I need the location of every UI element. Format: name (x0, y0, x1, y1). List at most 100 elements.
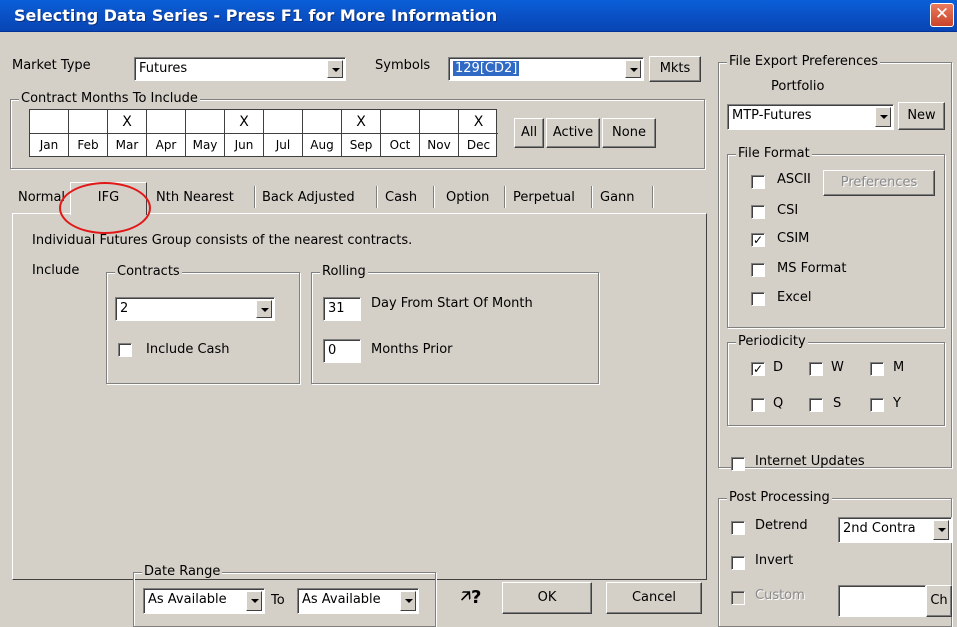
to-label: To (271, 593, 285, 608)
dialog-body: Market Type Futures Symbols 129[CD2] Mkt… (0, 32, 957, 627)
symbols-select[interactable]: 129[CD2] (448, 57, 644, 81)
month-label-sep[interactable]: Sep (342, 134, 381, 157)
month-toggle-jun[interactable]: X (225, 110, 264, 134)
file-export-title: File Export Preferences (727, 54, 881, 69)
month-toggle-mar[interactable]: X (108, 110, 147, 134)
month-label-aug[interactable]: Aug (303, 134, 342, 157)
month-toggle-feb[interactable] (69, 110, 108, 134)
periodicity-w-label: W (831, 360, 844, 375)
month-toggle-nov[interactable] (420, 110, 459, 134)
month-label-dec[interactable]: Dec (459, 134, 498, 157)
month-grid: X X X X Jan Feb Mar Apr May Jun Jul Aug … (29, 109, 498, 157)
help-pointer-icon[interactable]: 🡥? (454, 583, 488, 617)
cancel-button[interactable]: Cancel (606, 582, 702, 614)
tab-divider (433, 186, 435, 208)
month-label-jan[interactable]: Jan (30, 134, 69, 157)
chevron-down-icon[interactable] (400, 591, 416, 611)
custom-checkbox[interactable] (731, 591, 745, 605)
tab-divider (504, 186, 506, 208)
month-toggle-dec[interactable]: X (459, 110, 498, 134)
tab-perpetual[interactable]: Perpetual (509, 186, 579, 212)
detrend-value: 2nd Contra (843, 521, 916, 536)
post-processing-title: Post Processing (727, 490, 832, 505)
periodicity-w-checkbox[interactable] (809, 362, 823, 376)
ms-format-checkbox[interactable] (751, 263, 765, 277)
month-label-apr[interactable]: Apr (147, 134, 186, 157)
month-label-may[interactable]: May (186, 134, 225, 157)
all-months-button[interactable]: All (514, 118, 544, 148)
periodicity-y-checkbox[interactable] (870, 398, 884, 412)
month-label-oct[interactable]: Oct (381, 134, 420, 157)
rolling-group: Rolling (311, 264, 599, 384)
close-icon: ✕ (934, 4, 950, 24)
chevron-down-icon[interactable] (625, 60, 641, 78)
tab-option[interactable]: Option (442, 186, 493, 212)
tab-back-adjusted[interactable]: Back Adjusted (258, 186, 359, 212)
chevron-down-icon[interactable] (933, 520, 949, 540)
chevron-down-icon[interactable] (875, 107, 891, 127)
periodicity-q-checkbox[interactable] (751, 398, 765, 412)
date-from-value: As Available (148, 592, 227, 607)
month-label-mar[interactable]: Mar (108, 134, 147, 157)
month-label-jun[interactable]: Jun (225, 134, 264, 157)
month-label-nov[interactable]: Nov (420, 134, 459, 157)
date-from-select[interactable]: As Available (143, 588, 265, 614)
day-from-start-input[interactable]: 31 (323, 297, 361, 321)
csi-label: CSI (777, 203, 799, 218)
periodicity-s-checkbox[interactable] (809, 398, 823, 412)
tab-gann[interactable]: Gann (596, 186, 639, 212)
month-toggle-jan[interactable] (30, 110, 69, 134)
date-to-select[interactable]: As Available (297, 588, 419, 614)
contracts-select[interactable]: 2 (115, 297, 275, 321)
tab-cash[interactable]: Cash (381, 186, 421, 212)
market-type-select[interactable]: Futures (134, 57, 346, 81)
contracts-value: 2 (120, 301, 129, 316)
tab-divider (254, 186, 256, 208)
tab-divider (652, 186, 654, 208)
csim-checkbox[interactable]: ✓ (751, 233, 765, 247)
contract-months-title: Contract Months To Include (19, 91, 200, 106)
periodicity-d-checkbox[interactable]: ✓ (751, 362, 765, 376)
new-portfolio-button[interactable]: New (898, 102, 945, 130)
month-toggle-may[interactable] (186, 110, 225, 134)
periodicity-d-label: D (773, 360, 784, 375)
market-type-label: Market Type (12, 58, 91, 73)
month-toggle-apr[interactable] (147, 110, 186, 134)
month-toggle-oct[interactable] (381, 110, 420, 134)
csi-checkbox[interactable] (751, 205, 765, 219)
tab-nth-nearest[interactable]: Nth Nearest (152, 186, 238, 212)
month-label-jul[interactable]: Jul (264, 134, 303, 157)
month-toggle-sep[interactable]: X (342, 110, 381, 134)
preferences-button[interactable]: Preferences (823, 170, 935, 196)
month-toggle-jul[interactable] (264, 110, 303, 134)
internet-updates-checkbox[interactable] (731, 457, 745, 471)
none-months-button[interactable]: None (602, 118, 656, 148)
chevron-down-icon[interactable] (246, 591, 262, 611)
periodicity-m-checkbox[interactable] (870, 362, 884, 376)
close-button[interactable]: ✕ (930, 3, 954, 27)
chevron-down-icon[interactable] (256, 300, 272, 318)
month-label-feb[interactable]: Feb (69, 134, 108, 157)
custom-input[interactable] (838, 585, 926, 617)
months-prior-input[interactable]: 0 (323, 339, 361, 363)
active-months-button[interactable]: Active (546, 118, 600, 148)
portfolio-select[interactable]: MTP-Futures (727, 104, 894, 130)
invert-checkbox[interactable] (731, 556, 745, 570)
date-to-value: As Available (302, 592, 381, 607)
detrend-label: Detrend (755, 518, 808, 533)
date-range-title: Date Range (142, 564, 223, 579)
portfolio-label: Portfolio (771, 79, 825, 94)
ms-format-label: MS Format (777, 261, 847, 276)
include-cash-checkbox[interactable] (118, 343, 132, 357)
ascii-checkbox[interactable] (751, 175, 765, 189)
title-bar[interactable]: Selecting Data Series - Press F1 for Mor… (0, 0, 957, 32)
excel-checkbox[interactable] (751, 292, 765, 306)
detrend-select[interactable]: 2nd Contra (838, 517, 952, 543)
month-toggle-aug[interactable] (303, 110, 342, 134)
symbols-value: 129[CD2] (453, 61, 520, 76)
chevron-down-icon[interactable] (327, 60, 343, 78)
ch-button[interactable]: Ch (926, 585, 952, 617)
ok-button[interactable]: OK (502, 582, 592, 614)
mkts-button[interactable]: Mkts (649, 56, 701, 82)
detrend-checkbox[interactable] (731, 521, 745, 535)
